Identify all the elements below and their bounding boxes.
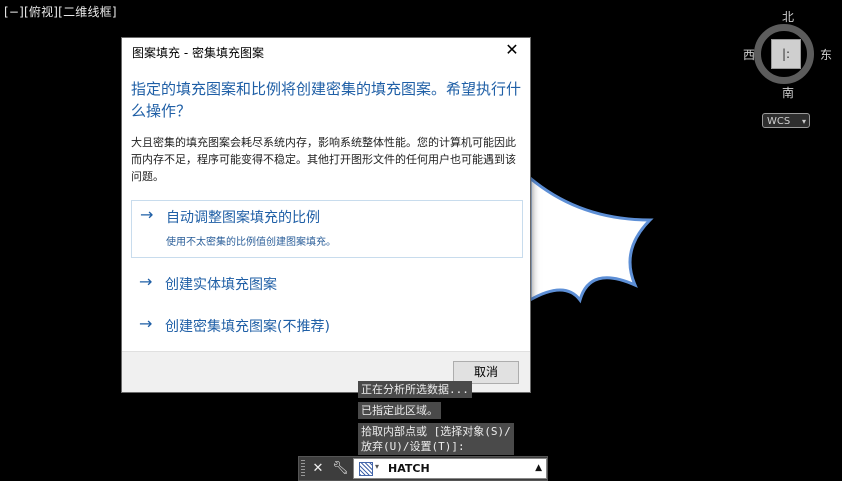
command-history-line: 拾取内部点或 [选择对象(S)/ xyxy=(361,425,511,438)
close-icon: ✕ xyxy=(505,40,519,59)
wcs-label: WCS xyxy=(767,116,791,127)
command-bar: ✕ 🔧︎ ▾ HATCH ▲ xyxy=(298,456,548,481)
arrow-right-icon: → xyxy=(140,205,154,224)
chevron-down-icon[interactable]: ▾ xyxy=(375,462,379,471)
command-history-prompt: 拾取内部点或 [选择对象(S)/ 放弃(U)/设置(T)]: xyxy=(358,423,514,455)
option-label: 创建密集填充图案(不推荐) xyxy=(165,319,330,335)
dialog-description: 大且密集的填充图案会耗尽系统内存，影响系统整体性能。您的计算机可能因此而内存不足… xyxy=(131,136,516,183)
viewcube-south[interactable]: 南 xyxy=(782,84,794,101)
chevron-up-icon[interactable]: ▲ xyxy=(535,463,542,473)
close-button[interactable]: ✕ xyxy=(502,40,522,60)
dialog-title: 图案填充 - 密集填充图案 xyxy=(132,46,264,60)
option-label: 创建实体填充图案 xyxy=(165,277,277,293)
chevron-down-icon: ▾ xyxy=(801,117,806,126)
viewport-label[interactable]: [−][俯视][二维线框] xyxy=(4,3,117,20)
option-label: 自动调整图案填充的比例 xyxy=(166,210,320,226)
viewcube-north[interactable]: 北 xyxy=(782,8,794,25)
auto-adjust-scale-option[interactable]: → 自动调整图案填充的比例 使用不太密集的比例值创建图案填充。 xyxy=(131,200,523,258)
close-icon[interactable]: ✕ xyxy=(310,460,326,477)
command-input-value: HATCH xyxy=(388,462,430,475)
command-history-line: 正在分析所选数据... xyxy=(358,381,472,398)
grip-handle[interactable] xyxy=(301,460,305,477)
hatch-icon xyxy=(359,462,373,476)
arrow-right-icon: → xyxy=(139,272,153,291)
wrench-icon[interactable]: 🔧︎ xyxy=(332,460,349,477)
dense-hatch-dialog: 图案填充 - 密集填充图案 ✕ 指定的填充图案和比例将创建密集的填充图案。希望执… xyxy=(121,37,531,393)
solid-fill-option[interactable]: → 创建实体填充图案 xyxy=(131,268,523,298)
command-history-line: 已指定此区域。 xyxy=(358,402,441,419)
wcs-menu-button[interactable]: WCS ▾ xyxy=(762,113,810,128)
command-input[interactable]: ▾ HATCH ▲ xyxy=(353,458,547,479)
arrow-right-icon: → xyxy=(139,314,153,333)
viewcube[interactable]: 北 西 东 南 |: xyxy=(736,4,840,104)
option-sublabel: 使用不太密集的比例值创建图案填充。 xyxy=(166,237,336,248)
dialog-heading: 指定的填充图案和比例将创建密集的填充图案。希望执行什么操作？ xyxy=(131,80,522,120)
dense-fill-option[interactable]: → 创建密集填充图案(不推荐) xyxy=(131,310,523,340)
viewcube-east[interactable]: 东 xyxy=(820,46,832,63)
viewcube-top-face[interactable]: |: xyxy=(771,39,801,69)
command-history-line: 放弃(U)/设置(T)]: xyxy=(361,440,465,453)
